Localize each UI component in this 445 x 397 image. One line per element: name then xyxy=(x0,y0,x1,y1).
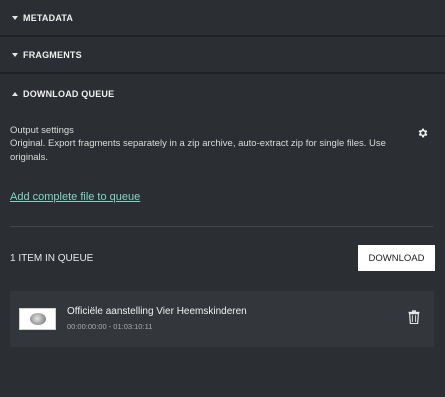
section-fragments-header[interactable]: FRAGMENTS xyxy=(0,37,445,74)
thumbnail-image xyxy=(30,313,46,325)
section-title: FRAGMENTS xyxy=(23,49,82,60)
side-panel: METADATA FRAGMENTS DOWNLOAD QUEUE Output… xyxy=(0,0,445,397)
section-metadata-header[interactable]: METADATA xyxy=(0,0,445,37)
item-title: Officiële aanstelling Vier Heemskinderen xyxy=(67,306,247,317)
download-button[interactable]: DOWNLOAD xyxy=(358,245,435,271)
section-download-queue-header[interactable]: DOWNLOAD QUEUE xyxy=(0,74,445,114)
output-settings: Output settings Original. Export fragmen… xyxy=(10,114,435,165)
caret-down-icon xyxy=(12,15,18,20)
download-queue-body: Output settings Original. Export fragmen… xyxy=(0,114,445,347)
item-time-range: 00:00:00:00 - 01:03:10:11 xyxy=(67,322,153,331)
output-settings-label: Output settings xyxy=(10,125,74,136)
section-title: METADATA xyxy=(23,12,74,23)
trash-icon[interactable] xyxy=(408,310,420,324)
caret-down-icon xyxy=(12,52,18,57)
queue-item: Officiële aanstelling Vier Heemskinderen… xyxy=(10,291,434,347)
add-complete-file-link[interactable]: Add complete file to queue xyxy=(10,191,140,203)
divider xyxy=(10,226,433,227)
item-thumbnail xyxy=(19,308,56,330)
section-title: DOWNLOAD QUEUE xyxy=(23,89,115,99)
output-settings-description: Original. Export fragments separately in… xyxy=(10,138,386,163)
queue-count: 1 ITEM IN QUEUE xyxy=(10,252,94,264)
caret-up-icon xyxy=(12,92,18,96)
gear-icon[interactable] xyxy=(417,127,429,139)
queue-header: 1 ITEM IN QUEUE DOWNLOAD xyxy=(10,245,435,271)
